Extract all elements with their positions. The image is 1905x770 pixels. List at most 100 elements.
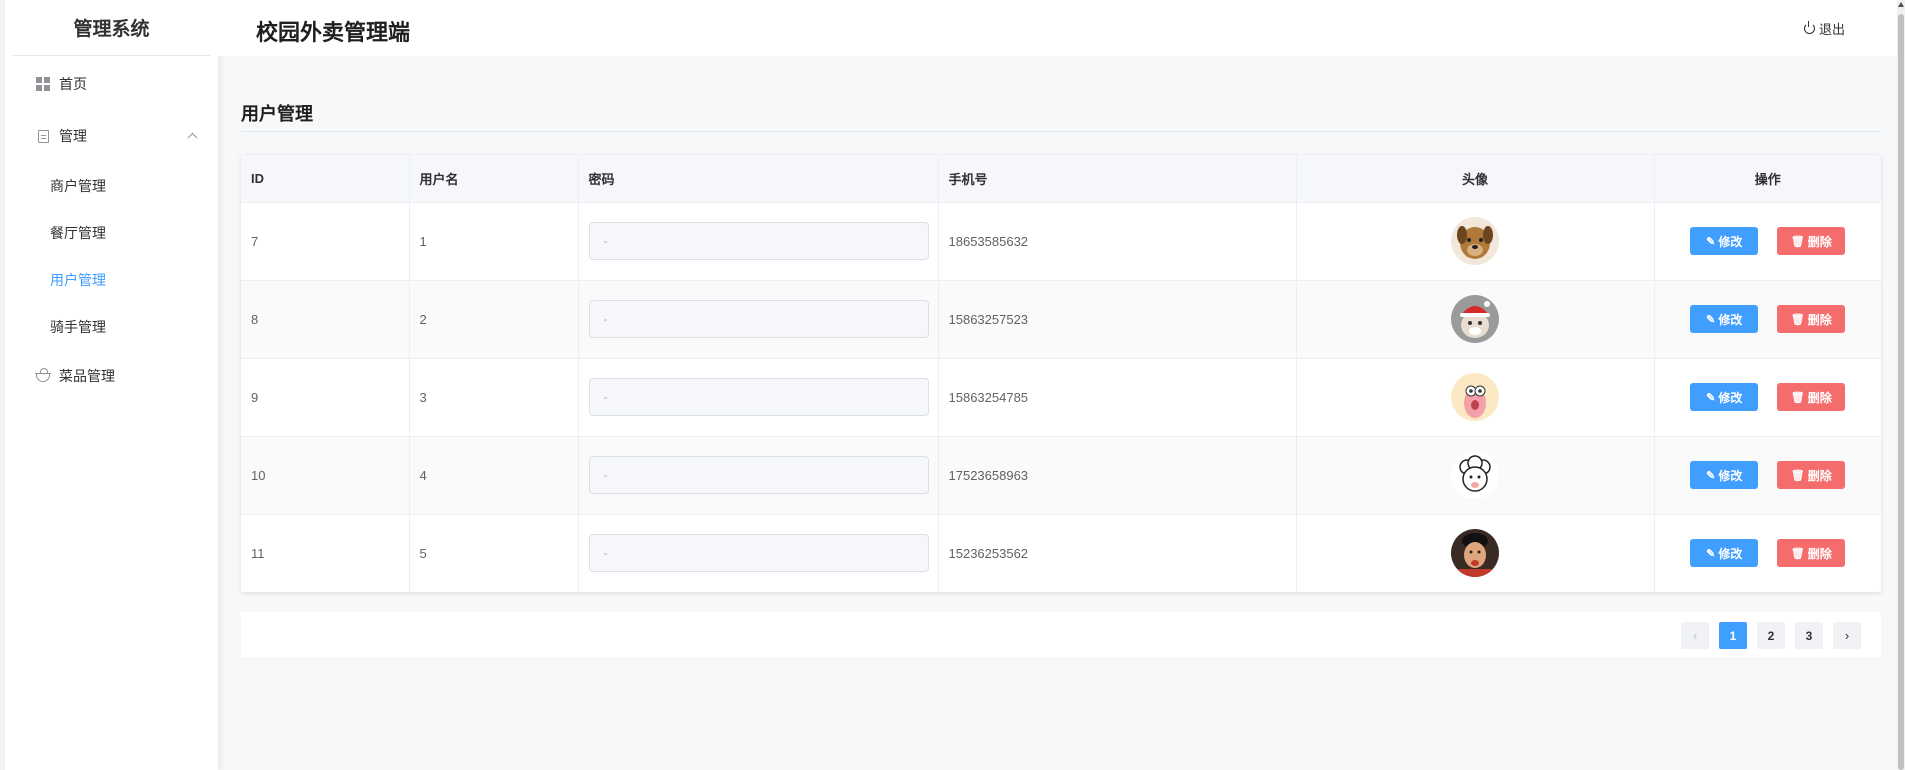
trash-icon: 🗑: [1790, 391, 1805, 404]
sidebar-subitem-merchant[interactable]: 商户管理: [5, 162, 218, 209]
cell-username: 5: [409, 514, 579, 592]
sidebar-item-label: 管理: [59, 128, 87, 144]
cell-phone: 18653585632: [938, 202, 1297, 281]
edit-icon: ✎: [1706, 469, 1716, 482]
cell-username: 3: [409, 358, 579, 437]
cell-password: [578, 514, 939, 592]
delete-button[interactable]: 🗑 删除: [1777, 383, 1846, 411]
avatar-sheep-sketch: [1451, 451, 1499, 499]
cell-id: 7: [241, 202, 410, 281]
page-button-2[interactable]: 2: [1757, 622, 1785, 649]
trash-icon: 🗑: [1790, 469, 1805, 482]
next-page-button[interactable]: ›: [1833, 622, 1861, 649]
table-row: 9 3 15863254785 ✎修改 🗑删除: [241, 358, 1881, 437]
edit-icon: ✎: [1706, 235, 1716, 248]
cell-username: 1: [409, 202, 579, 281]
password-input[interactable]: [588, 456, 929, 494]
password-input[interactable]: [588, 222, 929, 260]
trash-icon: 🗑: [1790, 235, 1805, 248]
cell-phone: 15863257523: [938, 280, 1297, 359]
chevron-left-icon: ‹: [1692, 628, 1698, 643]
avatar-person-photo: [1451, 529, 1499, 578]
document-icon: [36, 129, 50, 143]
cell-username: 4: [409, 436, 579, 515]
edit-icon: ✎: [1706, 547, 1716, 560]
delete-label: 删除: [1807, 468, 1832, 483]
sidebar: 管理系统 首页 管理 商户管理 餐厅管理 用户管理 骑手管理 菜品管理: [0, 0, 218, 770]
sidebar-item-home[interactable]: 首页: [5, 58, 218, 110]
column-header-avatar: 头像: [1296, 155, 1655, 203]
chevron-up-icon: [187, 132, 198, 143]
column-header-username: 用户名: [409, 155, 579, 203]
delete-label: 删除: [1807, 390, 1832, 405]
prev-page-button[interactable]: ‹: [1681, 622, 1709, 649]
page-title: 用户管理: [241, 104, 313, 124]
cell-phone: 17523658963: [938, 436, 1297, 515]
sidebar-subitem-user[interactable]: 用户管理: [5, 256, 218, 303]
logout-label: 退出: [1818, 22, 1845, 37]
page-button-1[interactable]: 1: [1719, 622, 1747, 649]
grid-icon: [36, 77, 50, 91]
table-row: 10 4 17523658963 ✎修改 🗑删除: [241, 436, 1881, 515]
edit-button[interactable]: ✎ 修改: [1690, 227, 1759, 255]
app-title: 校园外卖管理端: [256, 20, 411, 45]
edit-button[interactable]: ✎ 修改: [1690, 539, 1759, 568]
trash-icon: 🗑: [1790, 547, 1805, 560]
cell-password: [578, 436, 939, 515]
cell-phone: 15236253562: [938, 514, 1297, 592]
cell-password: [578, 280, 939, 359]
sidebar-item-manage[interactable]: 管理: [5, 110, 218, 162]
pagination: ‹ 1 2 3 ›: [1681, 622, 1861, 649]
password-input[interactable]: [588, 300, 929, 338]
table-header-row: ID 用户名 密码 手机号 头像 操作: [241, 155, 1881, 203]
cell-actions: ✎ 修改 🗑 删除: [1654, 436, 1881, 515]
delete-button[interactable]: 🗑 删除: [1777, 539, 1846, 568]
cell-id: 10: [241, 436, 410, 515]
table-row: 8 2 15863257523 ✎修改 🗑删除: [241, 280, 1881, 359]
page-button-3[interactable]: 3: [1795, 622, 1823, 649]
column-header-actions: 操作: [1654, 155, 1881, 203]
power-icon: [1803, 21, 1815, 34]
sidebar-subitem-restaurant[interactable]: 餐厅管理: [5, 209, 218, 256]
delete-button[interactable]: 🗑 删除: [1777, 305, 1846, 333]
delete-button[interactable]: 🗑 删除: [1777, 227, 1846, 255]
sidebar-subitem-rider[interactable]: 骑手管理: [5, 303, 218, 350]
avatar-dog: [1451, 217, 1499, 265]
table-row: 7 1 18653585632 ✎修改 🗑删除: [241, 202, 1881, 281]
delete-button[interactable]: 🗑 删除: [1777, 461, 1846, 489]
password-input[interactable]: [588, 378, 929, 416]
edit-button[interactable]: ✎ 修改: [1690, 461, 1759, 489]
sidebar-item-dishes[interactable]: 菜品管理: [5, 350, 218, 402]
delete-label: 删除: [1807, 234, 1832, 249]
pagination-bar: ‹ 1 2 3 ›: [241, 612, 1881, 657]
cell-id: 11: [241, 514, 410, 592]
brand-title: 管理系统: [13, 0, 210, 56]
cell-actions: ✎ 修改 🗑 删除: [1654, 514, 1881, 592]
avatar-santa-cat: [1451, 295, 1499, 343]
edit-button[interactable]: ✎ 修改: [1690, 383, 1759, 411]
column-header-id: ID: [241, 155, 410, 203]
column-header-phone: 手机号: [938, 155, 1297, 203]
top-header: 校园外卖管理端 退出: [218, 0, 1905, 56]
sidebar-item-label: 首页: [59, 76, 87, 92]
edit-icon: ✎: [1706, 313, 1716, 326]
logout-button[interactable]: 退出: [1803, 19, 1845, 38]
cell-id: 8: [241, 280, 410, 359]
vertical-scrollbar[interactable]: [1897, 0, 1905, 770]
edit-button[interactable]: ✎ 修改: [1690, 305, 1759, 333]
user-table: ID 用户名 密码 手机号 头像 操作 7 1 18653585632: [241, 155, 1881, 592]
delete-label: 删除: [1807, 546, 1832, 561]
password-input[interactable]: [588, 534, 929, 573]
column-header-password: 密码: [578, 155, 939, 203]
sidebar-item-label: 菜品管理: [59, 368, 115, 384]
sidebar-menu: 首页 管理 商户管理 餐厅管理 用户管理 骑手管理 菜品管理: [5, 56, 218, 402]
table-row: 11 5 15236253562 ✎修改 🗑删除: [241, 514, 1881, 592]
cell-avatar: [1296, 436, 1655, 515]
edit-label: 修改: [1718, 546, 1743, 561]
cell-password: [578, 358, 939, 437]
delete-label: 删除: [1807, 312, 1832, 327]
scrollbar-thumb[interactable]: [1898, 14, 1904, 770]
scroll-up-arrow-icon[interactable]: [1898, 2, 1904, 7]
cell-actions: ✎ 修改 🗑 删除: [1654, 202, 1881, 281]
chevron-right-icon: ›: [1844, 628, 1850, 643]
